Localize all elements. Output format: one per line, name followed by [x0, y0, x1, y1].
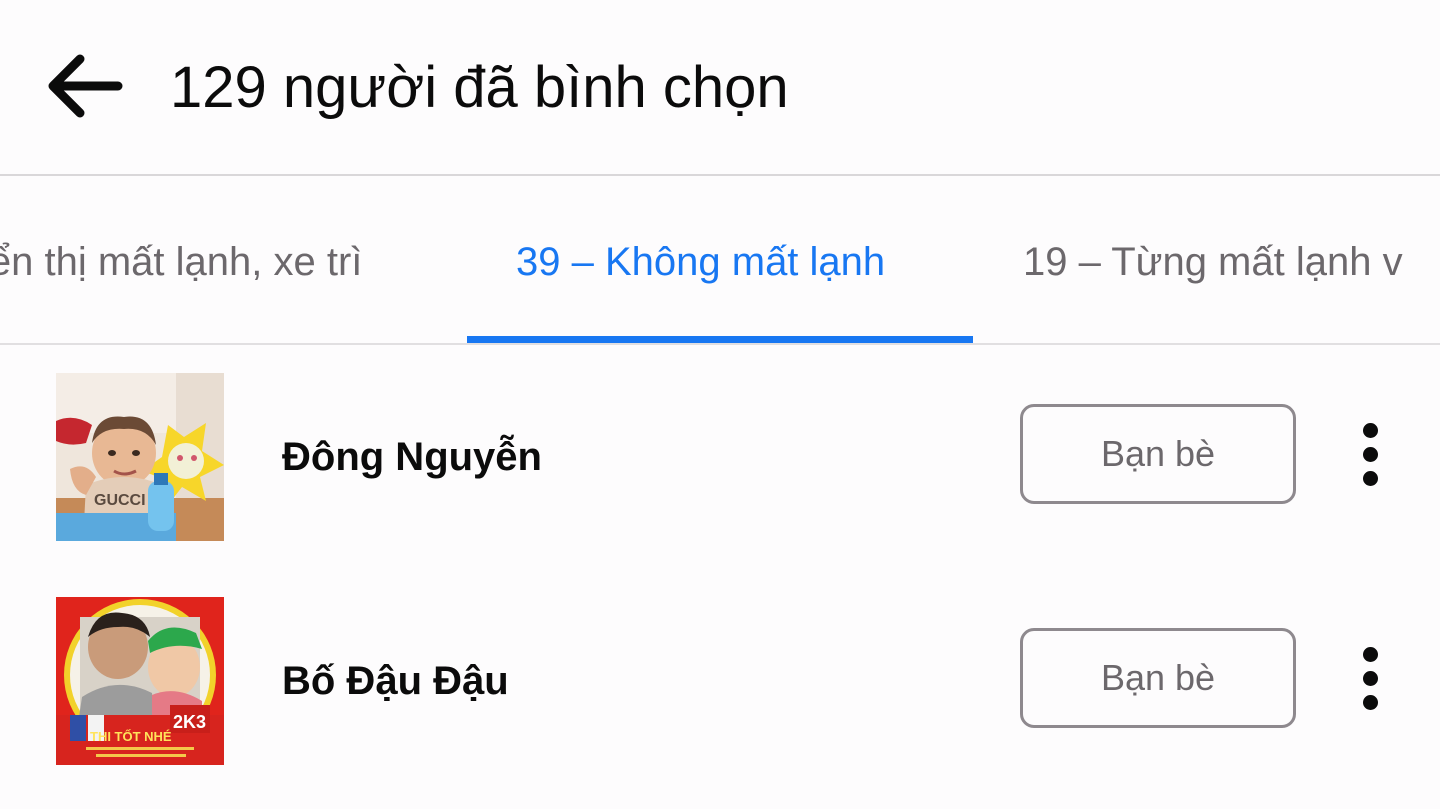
active-tab-indicator: [467, 336, 973, 343]
svg-text:2K3: 2K3: [173, 712, 206, 732]
tab-option-2[interactable]: 39 – Không mất lạnh: [516, 236, 885, 288]
more-vertical-icon: [1362, 646, 1378, 662]
friends-button[interactable]: Bạn bè: [1020, 628, 1296, 728]
svg-text:THI TỐT NHÉ: THI TỐT NHÉ: [90, 729, 172, 744]
more-vertical-icon: [1362, 446, 1378, 462]
list-item[interactable]: GUCCI Đông Nguyễn Bạn bè: [0, 345, 1440, 569]
avatar[interactable]: GUCCI: [56, 373, 224, 541]
back-button[interactable]: [36, 46, 132, 126]
tab-option-3[interactable]: 19 – Từng mất lạnh v: [1023, 236, 1403, 288]
avatar-photo: 2K3 THI TỐT NHÉ: [56, 597, 224, 765]
more-vertical-icon: [1362, 422, 1378, 438]
tab-bar: iển thị mất lạnh, xe trì 39 – Không mất …: [0, 176, 1440, 344]
more-vertical-icon: [1362, 670, 1378, 686]
avatar-photo: GUCCI: [56, 373, 224, 541]
arrow-left-icon: [48, 54, 123, 118]
voter-name[interactable]: Đông Nguyễn: [282, 431, 542, 483]
more-options-button[interactable]: [1340, 404, 1400, 504]
more-vertical-icon: [1362, 694, 1378, 710]
voter-name[interactable]: Bố Đậu Đậu: [282, 655, 509, 707]
svg-text:GUCCI: GUCCI: [94, 492, 146, 509]
more-vertical-icon: [1362, 470, 1378, 486]
tab-option-1[interactable]: iển thị mất lạnh, xe trì: [0, 236, 362, 288]
header-bar: 129 người đã bình chọn: [0, 0, 1440, 174]
list-item[interactable]: 2K3 THI TỐT NHÉ Bố Đậu Đậu Bạn bè: [0, 569, 1440, 793]
avatar[interactable]: 2K3 THI TỐT NHÉ: [56, 597, 224, 765]
page-title: 129 người đã bình chọn: [170, 55, 789, 120]
friends-button[interactable]: Bạn bè: [1020, 404, 1296, 504]
more-options-button[interactable]: [1340, 628, 1400, 728]
